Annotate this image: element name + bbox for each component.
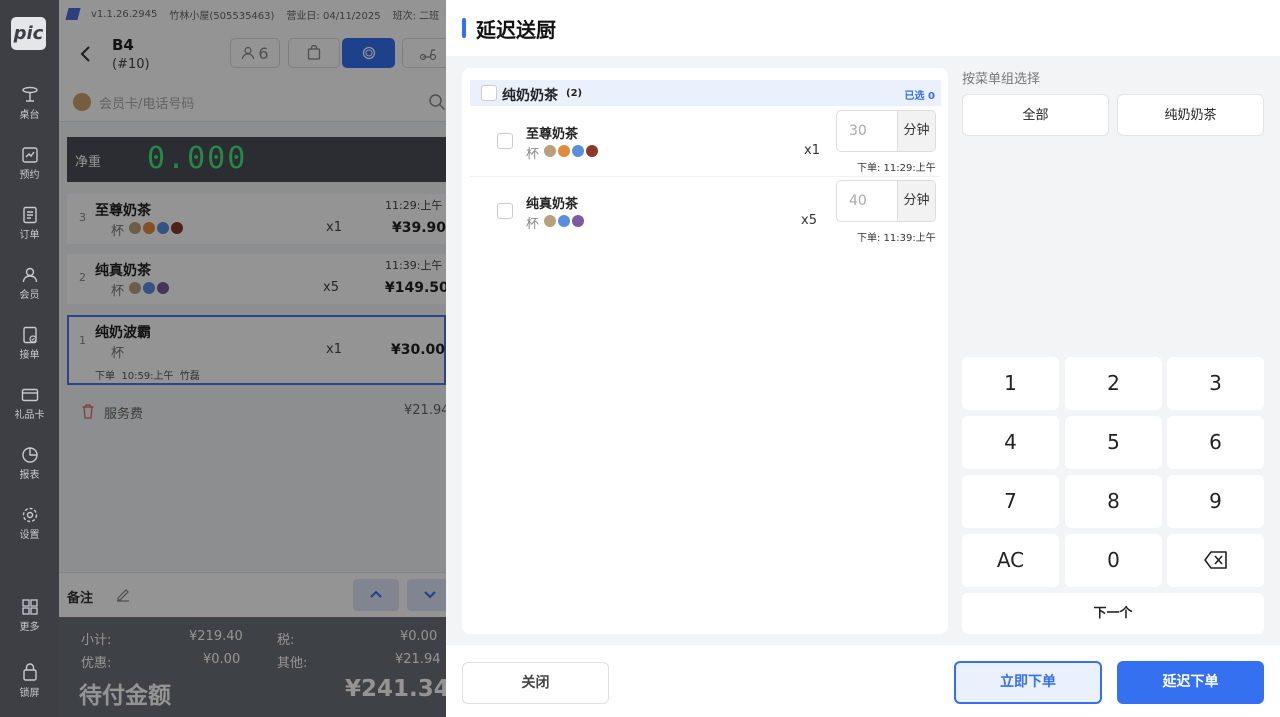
key-5[interactable]: 5 xyxy=(1065,416,1162,469)
nav-item-lock[interactable]: 锁屏 xyxy=(0,662,59,699)
group-filter-milk-tea[interactable]: 纯奶奶茶 xyxy=(1117,94,1264,136)
order-time: 下单: 11:39:上午 xyxy=(857,233,936,244)
delay-item-row[interactable]: 至尊奶茶 杯 x1 30 分钟 下单: 11:29:上午 xyxy=(470,107,941,177)
key-clear[interactable]: AC xyxy=(962,534,1059,587)
minutes-unit: 分钟 xyxy=(897,111,935,151)
nav-item-settings[interactable]: 设置 xyxy=(0,506,59,541)
lock-icon xyxy=(22,663,37,681)
group-filter-all[interactable]: 全部 xyxy=(962,94,1109,136)
key-1[interactable]: 1 xyxy=(962,357,1059,410)
item-list: 纯奶奶茶 (2) 已选 0 至尊奶茶 杯 x1 30 分钟 下单: 11:29:… xyxy=(462,68,948,634)
giftcard-icon xyxy=(21,388,38,402)
backspace-icon xyxy=(1203,551,1227,569)
key-backspace[interactable] xyxy=(1167,534,1264,587)
member-icon xyxy=(22,267,37,283)
nav-item-accept[interactable]: 接单 xyxy=(0,326,59,361)
next-button[interactable]: 下一个 xyxy=(962,593,1264,634)
item-qty: x5 xyxy=(801,213,817,228)
delay-order-button[interactable]: 延迟下单 xyxy=(1117,661,1264,704)
order-time: 下单: 11:29:上午 xyxy=(857,163,936,174)
delay-minutes-value: 30 xyxy=(849,123,867,139)
order-now-button[interactable]: 立即下单 xyxy=(954,661,1102,704)
delay-kitchen-modal: 延迟送厨 纯奶奶茶 (2) 已选 0 至尊奶茶 杯 x1 30 分钟 下单: 1… xyxy=(446,0,1280,717)
key-9[interactable]: 9 xyxy=(1167,475,1264,528)
key-3[interactable]: 3 xyxy=(1167,357,1264,410)
delay-minutes-input[interactable]: 40 分钟 xyxy=(836,180,936,222)
minutes-unit: 分钟 xyxy=(897,181,935,221)
selected-count: 已选 0 xyxy=(904,91,935,102)
modal-overlay[interactable] xyxy=(59,0,446,717)
accept-icon xyxy=(22,326,37,344)
nav-label: 订单 xyxy=(19,230,40,241)
item-name: 纯真奶茶 xyxy=(526,197,579,212)
nav-label: 桌台 xyxy=(19,110,40,121)
nav-item-more[interactable]: 更多 xyxy=(0,598,59,633)
group-count: (2) xyxy=(566,88,583,99)
key-8[interactable]: 8 xyxy=(1065,475,1162,528)
modal-footer: 关闭 立即下单 延迟下单 xyxy=(446,645,1280,717)
nav-item-giftcard[interactable]: 礼品卡 xyxy=(0,386,59,421)
nav-label: 预约 xyxy=(19,170,40,181)
grid-icon xyxy=(21,599,38,615)
nav-label: 接单 xyxy=(19,350,40,361)
nav-item-tables[interactable]: 桌台 xyxy=(0,86,59,121)
item-name: 至尊奶茶 xyxy=(526,127,579,142)
nav-label: 设置 xyxy=(19,530,40,541)
key-2[interactable]: 2 xyxy=(1065,357,1162,410)
delay-minutes-value: 40 xyxy=(849,193,867,209)
nav-item-reports[interactable]: 报表 xyxy=(0,446,59,481)
group-select-label: 按菜单组选择 xyxy=(962,72,1041,87)
item-qty: x1 xyxy=(804,143,820,158)
group-header[interactable]: 纯奶奶茶 (2) 已选 0 xyxy=(470,80,941,106)
title-accent xyxy=(462,18,466,38)
key-0[interactable]: 0 xyxy=(1065,534,1162,587)
delay-minutes-input[interactable]: 30 分钟 xyxy=(836,110,936,152)
item-checkbox[interactable] xyxy=(497,133,513,149)
report-icon xyxy=(21,447,38,463)
item-unit: 杯 xyxy=(526,147,540,162)
group-checkbox[interactable] xyxy=(481,85,497,101)
item-checkbox[interactable] xyxy=(497,203,513,219)
nav-label: 会员 xyxy=(19,290,40,301)
nav-item-reservations[interactable]: 预约 xyxy=(0,146,59,181)
table-icon xyxy=(21,86,38,102)
key-7[interactable]: 7 xyxy=(962,475,1059,528)
modal-header: 延迟送厨 xyxy=(446,0,1280,56)
close-button[interactable]: 关闭 xyxy=(462,662,609,704)
key-6[interactable]: 6 xyxy=(1167,416,1264,469)
order-icon xyxy=(22,206,37,224)
modal-title: 延迟送厨 xyxy=(476,18,556,42)
nav-label: 礼品卡 xyxy=(14,410,45,421)
group-name: 纯奶奶茶 xyxy=(502,88,558,104)
nav-label: 更多 xyxy=(19,622,40,633)
delay-item-row[interactable]: 纯真奶茶 杯 x5 40 分钟 下单: 11:39:上午 xyxy=(470,177,941,247)
calendar-icon xyxy=(21,147,38,163)
key-4[interactable]: 4 xyxy=(962,416,1059,469)
nav-label: 报表 xyxy=(19,470,40,481)
gear-icon xyxy=(22,507,37,523)
nav-item-orders[interactable]: 订单 xyxy=(0,206,59,241)
modifier-icons xyxy=(544,215,584,227)
main-nav: pic 桌台 预约 订单 会员 接单 礼品卡 报表 设置 更多 锁屏 xyxy=(0,0,59,717)
app-logo: pic xyxy=(11,17,46,50)
nav-label: 锁屏 xyxy=(19,688,40,699)
nav-item-members[interactable]: 会员 xyxy=(0,266,59,301)
item-unit: 杯 xyxy=(526,217,540,232)
modifier-icons xyxy=(544,145,598,157)
